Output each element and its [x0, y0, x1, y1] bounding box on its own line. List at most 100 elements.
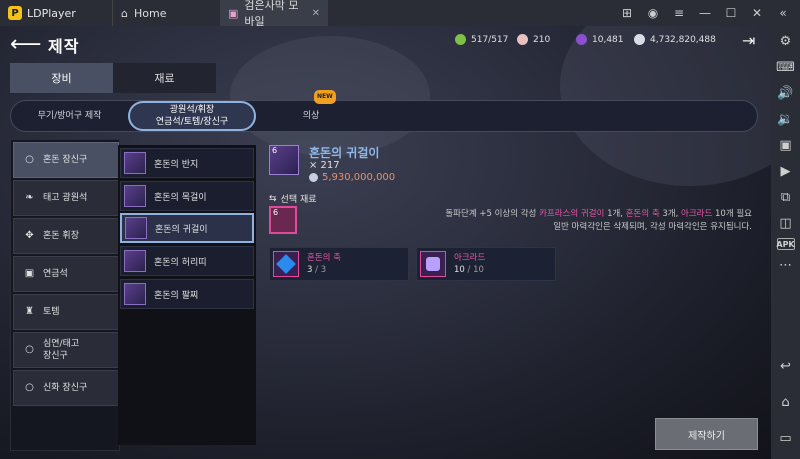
quantity-separator: / — [464, 265, 474, 275]
category-item[interactable]: ○ 신화 장신구 — [13, 370, 119, 406]
main-tabs: 장비 재료 — [10, 63, 216, 93]
currency-value: 4,732,820,488 — [650, 34, 716, 45]
app-name: LDPlayer — [27, 6, 76, 20]
ring-icon: ○ — [25, 154, 34, 165]
back-icon[interactable]: ↩ — [775, 355, 797, 377]
list-item[interactable]: 혼돈의 허리띠 — [120, 246, 254, 276]
shake-icon[interactable]: ◫ — [775, 212, 797, 234]
desc-line-1: 돌파단계 +5 이상의 각성 카프라스의 귀걸이 1개, 혼돈의 축 3개, 아… — [380, 208, 752, 221]
swap-icon: ⇆ — [269, 193, 277, 204]
account-icon[interactable]: ◉ — [646, 6, 660, 20]
craft-description: 돌파단계 +5 이상의 각성 카프라스의 귀걸이 1개, 혼돈의 축 3개, 아… — [380, 208, 752, 234]
category-item[interactable]: ❧ 태고 광원석 — [13, 180, 119, 216]
home-icon[interactable]: ⌂ — [775, 391, 797, 413]
list-item[interactable]: 혼돈의 팔찌 — [120, 279, 254, 309]
currency-value: 10,481 — [592, 34, 624, 45]
emulator-titlebar: P LDPlayer ⌂ Home ▣ 검은사막 모바일 ✕ ⊞ ◉ ≡ — ☐… — [0, 0, 800, 28]
category-list: ○ 혼돈 장신구 ❧ 태고 광원석 ✥ 혼돈 휘장 ▣ 연금석 ♜ 토템 ○ 심… — [10, 139, 120, 451]
tab-game-label: 검은사막 모바일 — [244, 0, 299, 28]
volume-up-icon[interactable]: 🔊 — [775, 82, 797, 104]
earring-icon: 6 — [269, 145, 299, 175]
subtab-weapon-armor[interactable]: 무기/방어구 제작 — [11, 101, 128, 131]
page-title: 제작 — [48, 36, 80, 56]
recent-apps-icon[interactable]: ▭ — [775, 427, 797, 449]
more-icon[interactable]: ⋯ — [775, 254, 797, 276]
list-item[interactable]: 혼돈의 목걸이 — [120, 181, 254, 211]
category-label: 토템 — [43, 307, 60, 317]
pearl-icon — [517, 34, 528, 45]
crystal-icon — [576, 34, 587, 45]
gamepad-icon[interactable]: ⊞ — [620, 6, 634, 20]
record-icon[interactable]: ▶ — [775, 160, 797, 182]
app-logo: P LDPlayer — [0, 6, 112, 20]
apk-icon[interactable]: APK — [776, 238, 795, 250]
keyboard-icon[interactable]: ⌨ — [775, 56, 797, 78]
bracelet-icon — [124, 283, 146, 305]
material-level: 6 — [273, 208, 279, 217]
material-slot[interactable]: 혼돈의 축 3 / 3 — [269, 247, 409, 281]
craft-button[interactable]: 제작하기 — [655, 418, 758, 450]
silver-icon — [634, 34, 645, 45]
tab-game[interactable]: ▣ 검은사막 모바일 ✕ — [220, 0, 328, 28]
desc-text: 3개, — [662, 209, 679, 219]
category-label: 심연/태고 장신구 — [43, 339, 80, 361]
currency-value: 210 — [533, 34, 551, 45]
collapse-sidebar-icon[interactable]: « — [776, 6, 790, 20]
necklace-icon — [124, 185, 146, 207]
material-quantity: 3 / 3 — [307, 264, 341, 276]
desc-text: 10개 필요 — [715, 209, 752, 219]
sub-tabs: 무기/방어구 제작 광원석/휘장 연금석/토템/장신구 의상 NEW — [10, 90, 758, 132]
maximize-icon[interactable]: ☐ — [724, 6, 738, 20]
desc-highlight: 카프라스의 귀걸이 — [539, 209, 605, 219]
ring-icon: ○ — [25, 382, 34, 393]
tab-home[interactable]: ⌂ Home — [112, 0, 220, 26]
currency-energy: 517/517 — [455, 34, 508, 45]
back-arrow-icon[interactable]: ⟵ — [10, 32, 42, 57]
settings-icon[interactable]: ⚙ — [775, 30, 797, 52]
subtab-accessory[interactable]: 광원석/휘장 연금석/토템/장신구 — [128, 101, 256, 131]
selected-material-slot[interactable]: 6 — [269, 206, 297, 234]
ring-icon: ○ — [25, 344, 34, 355]
material-quantity: 10 / 10 — [454, 264, 485, 276]
belt-icon — [124, 250, 146, 272]
subtab-costume[interactable]: 의상 NEW — [256, 90, 366, 131]
category-label: 연금석 — [43, 269, 68, 279]
ring-icon — [124, 152, 146, 174]
screenshot-icon[interactable]: ▣ — [775, 134, 797, 156]
desc-text: 1개, — [607, 209, 623, 219]
minimize-icon[interactable]: — — [698, 6, 712, 20]
multi-instance-icon[interactable]: ⧉ — [775, 186, 797, 208]
feather-icon: ❧ — [25, 192, 34, 203]
subtab-costume-label: 의상 — [302, 111, 320, 121]
list-item[interactable]: 혼돈의 반지 — [120, 148, 254, 178]
stone-icon: ▣ — [24, 268, 35, 279]
tab-equipment[interactable]: 장비 — [10, 63, 113, 93]
tab-materials[interactable]: 재료 — [113, 63, 216, 93]
category-item[interactable]: ○ 심연/태고 장신구 — [13, 332, 119, 368]
category-label: 혼돈 장신구 — [43, 155, 88, 165]
item-label: 혼돈의 귀걸이 — [155, 224, 208, 235]
category-item[interactable]: ▣ 연금석 — [13, 256, 119, 292]
material-need: 10 — [473, 265, 484, 275]
exit-icon[interactable]: ⇥ — [742, 31, 755, 50]
category-item[interactable]: ♜ 토템 — [13, 294, 119, 330]
category-item[interactable]: ✥ 혼돈 휘장 — [13, 218, 119, 254]
emulator-sidebar: ⚙ ⌨ 🔊 🔉 ▣ ▶ ⧉ ◫ APK ⋯ ↩ ⌂ ▭ — [771, 26, 800, 459]
desc-highlight: 아크라드 — [681, 209, 713, 219]
item-label: 혼돈의 목걸이 — [154, 192, 207, 203]
category-item[interactable]: ○ 혼돈 장신구 — [13, 142, 119, 178]
energy-icon — [455, 34, 466, 45]
list-item[interactable]: 혼돈의 귀걸이 — [120, 213, 254, 243]
chaos-axis-icon — [273, 251, 299, 277]
material-slot[interactable]: 아크라드 10 / 10 — [416, 247, 556, 281]
currency-crystal: 10,481 — [576, 34, 624, 45]
close-window-icon[interactable]: ✕ — [750, 6, 764, 20]
game-icon: ▣ — [228, 6, 239, 20]
emblem-icon: ✥ — [25, 230, 34, 241]
volume-down-icon[interactable]: 🔉 — [775, 108, 797, 130]
menu-icon[interactable]: ≡ — [672, 6, 686, 20]
item-count: ⨯ 217 — [309, 160, 340, 171]
category-label: 태고 광원석 — [43, 193, 88, 203]
tab-home-label: Home — [133, 6, 167, 20]
close-tab-icon[interactable]: ✕ — [312, 8, 320, 19]
